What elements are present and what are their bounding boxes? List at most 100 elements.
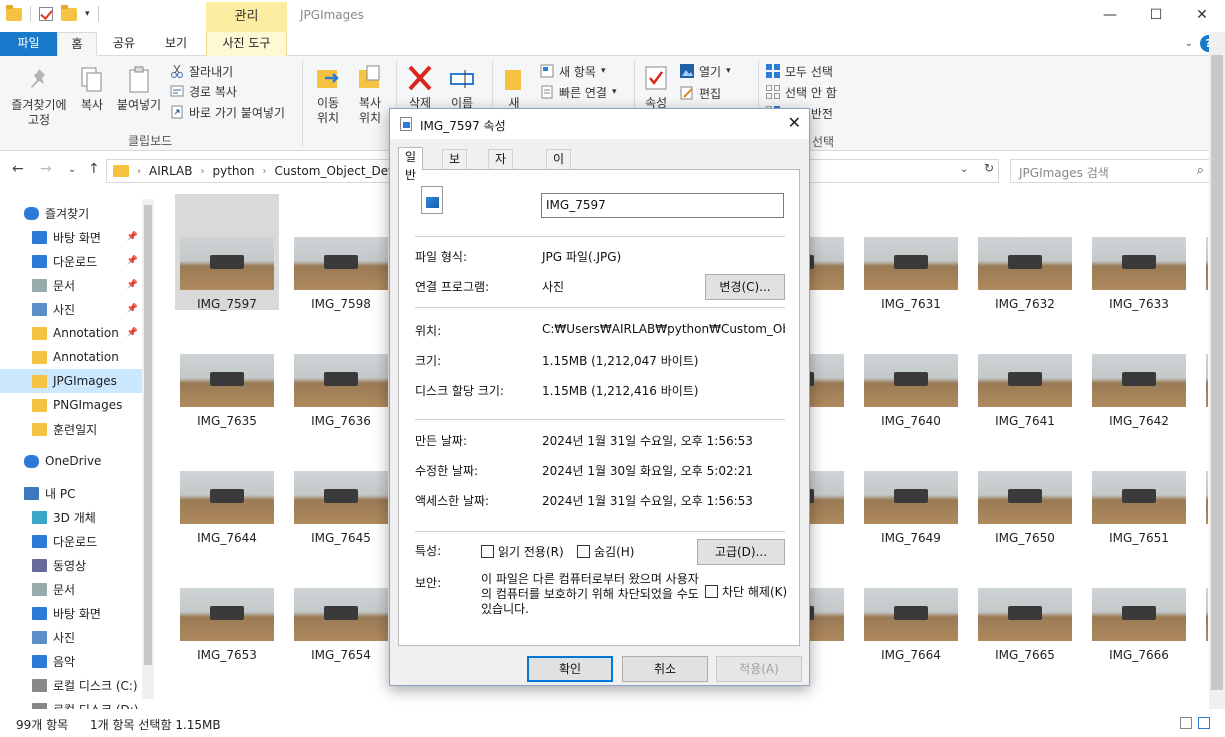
file-tile[interactable]: IMG_7635 [175, 311, 279, 428]
back-arrow-icon[interactable]: ← [12, 161, 24, 177]
checkbox-box[interactable] [481, 545, 494, 558]
file-tile[interactable]: IMG_7650 [973, 428, 1077, 545]
tab-share[interactable]: 공유 [103, 32, 145, 56]
paste-shortcut-button[interactable]: 바로 가기 붙여넣기 [170, 103, 285, 121]
sidebar-item[interactable]: 사진 [0, 625, 142, 649]
ok-button[interactable]: 확인 [527, 656, 613, 682]
copy-path-button[interactable]: 경로 복사 [170, 82, 237, 100]
sidebar-item[interactable]: 바탕 화면 [0, 601, 142, 625]
edit-button[interactable]: 편집 [680, 84, 721, 102]
sidebar-item[interactable]: 로컬 디스크 (C:) [0, 673, 142, 697]
tab-photo-tools[interactable]: 사진 도구 [206, 32, 287, 56]
sidebar-item[interactable]: 다운로드 📌 [0, 249, 142, 273]
file-tile[interactable]: IMG_7632 [973, 194, 1077, 311]
file-tile[interactable]: IMG_7652 [1201, 428, 1208, 544]
delete-button[interactable]: 삭제 [402, 64, 438, 111]
sidebar-item[interactable]: Annotation [0, 345, 142, 369]
file-tile[interactable]: IMG_7667 [1201, 545, 1208, 661]
file-name-field[interactable]: IMG_7597 [541, 193, 784, 218]
open-button[interactable]: 열기 ▾ [680, 62, 731, 80]
file-tile[interactable]: IMG_7597 [175, 194, 279, 311]
checkbox-box[interactable] [577, 545, 590, 558]
sidebar-item[interactable]: 훈련일지 [0, 417, 142, 441]
checkbox-box[interactable] [705, 585, 718, 598]
sidebar-item[interactable]: 사진 📌 [0, 297, 142, 321]
cut-button[interactable]: 잘라내기 [170, 62, 233, 80]
content-scroll-thumb[interactable] [1211, 55, 1223, 690]
advanced-button[interactable]: 고급(D)... [697, 539, 785, 565]
pin-to-quick-access-button[interactable]: 즐겨찾기에 고정 [6, 66, 72, 128]
file-tile[interactable]: IMG_7654 [289, 545, 393, 662]
close-button[interactable]: ✕ [1179, 0, 1225, 30]
sidebar-item[interactable]: JPGImages [0, 369, 142, 393]
file-tile[interactable]: IMG_7634 [1201, 194, 1208, 310]
sidebar-item[interactable]: OneDrive [0, 449, 142, 473]
large-icons-view-icon[interactable] [1198, 717, 1210, 729]
select-none-button[interactable]: 선택 안 함 [766, 83, 837, 101]
nav-pane-scroll-thumb[interactable] [144, 205, 152, 665]
refresh-icon[interactable]: ↻ [984, 161, 994, 175]
tab-previous-versions[interactable]: 이전 버전 [546, 149, 572, 220]
readonly-checkbox[interactable]: 읽기 전용(R) [481, 543, 564, 560]
file-tile[interactable]: IMG_7666 [1087, 545, 1191, 662]
search-input[interactable]: JPGImages 검색 ⌕ [1010, 159, 1212, 183]
breadcrumb-item[interactable]: python [213, 164, 255, 178]
tab-home[interactable]: 홈 [57, 32, 97, 56]
sidebar-item[interactable]: 내 PC [0, 481, 142, 505]
file-tile[interactable]: IMG_7664 [859, 545, 963, 662]
file-tile[interactable]: IMG_7640 [859, 311, 963, 428]
rename-button[interactable]: 이름 [444, 64, 480, 111]
tab-view[interactable]: 보기 [155, 32, 197, 56]
address-dropdown-icon[interactable]: ⌄ [960, 164, 968, 175]
copy-to-button[interactable]: 복사 위치 [352, 64, 388, 126]
minimize-button[interactable]: — [1087, 0, 1133, 30]
dialog-close-button[interactable]: ✕ [788, 113, 801, 132]
select-all-button[interactable]: 모두 선택 [766, 62, 833, 80]
new-folder-icon[interactable] [61, 4, 77, 21]
new-folder-button[interactable]: 새 [500, 64, 528, 111]
copy-button[interactable]: 복사 [74, 66, 110, 113]
tab-details[interactable]: 자세히 [488, 149, 514, 202]
sidebar-item[interactable]: PNGImages [0, 393, 142, 417]
breadcrumb-item[interactable]: AIRLAB [149, 164, 193, 178]
file-tile[interactable]: IMG_7598 [289, 194, 393, 311]
sidebar-item[interactable]: 다운로드 [0, 529, 142, 553]
cancel-button[interactable]: 취소 [622, 656, 708, 682]
paste-button[interactable]: 붙여넣기 [113, 66, 165, 113]
manage-tab[interactable]: 관리 [206, 2, 287, 32]
file-tile[interactable]: IMG_7644 [175, 428, 279, 545]
sidebar-item[interactable]: 음악 [0, 649, 142, 673]
file-tile[interactable]: IMG_7651 [1087, 428, 1191, 545]
file-tile[interactable]: IMG_7636 [289, 311, 393, 428]
file-tile[interactable]: IMG_7633 [1087, 194, 1191, 311]
recent-chevron-icon[interactable]: ⌄ [68, 164, 76, 175]
file-tile[interactable]: IMG_7643 [1201, 311, 1208, 427]
file-tile[interactable]: IMG_7649 [859, 428, 963, 545]
chevron-down-icon[interactable]: ⌄ [1185, 38, 1193, 49]
file-tile[interactable]: IMG_7645 [289, 428, 393, 545]
tab-security[interactable]: 보안 [442, 149, 468, 184]
easy-access-button[interactable]: 빠른 연결 ▾ [540, 83, 617, 101]
sidebar-item[interactable]: 문서 📌 [0, 273, 142, 297]
hidden-checkbox[interactable]: 숨김(H) [577, 543, 634, 560]
file-tile[interactable]: IMG_7631 [859, 194, 963, 311]
details-view-icon[interactable] [1180, 717, 1192, 729]
file-tile[interactable]: IMG_7642 [1087, 311, 1191, 428]
file-tile[interactable]: IMG_7665 [973, 545, 1077, 662]
up-arrow-icon[interactable]: ↑ [88, 161, 100, 177]
unblock-checkbox[interactable]: 차단 해제(K) [705, 583, 787, 600]
tab-file[interactable]: 파일 [0, 32, 57, 56]
apply-button[interactable]: 적용(A) [716, 656, 802, 682]
file-tile[interactable]: IMG_7641 [973, 311, 1077, 428]
sidebar-item[interactable]: Annotation 📌 [0, 321, 142, 345]
chevron-down-icon[interactable]: ▾ [85, 9, 90, 19]
properties-check-icon[interactable] [39, 7, 53, 21]
file-tile[interactable]: IMG_7653 [175, 545, 279, 662]
sidebar-item[interactable]: 문서 [0, 577, 142, 601]
sidebar-item[interactable]: 바탕 화면 📌 [0, 225, 142, 249]
tab-general[interactable]: 일반 [398, 147, 424, 182]
new-item-button[interactable]: 새 항목 ▾ [540, 62, 605, 80]
move-to-button[interactable]: 이동 위치 [310, 64, 346, 126]
sidebar-item[interactable]: 즐겨찾기 [0, 201, 142, 225]
sidebar-item[interactable]: 3D 개체 [0, 505, 142, 529]
